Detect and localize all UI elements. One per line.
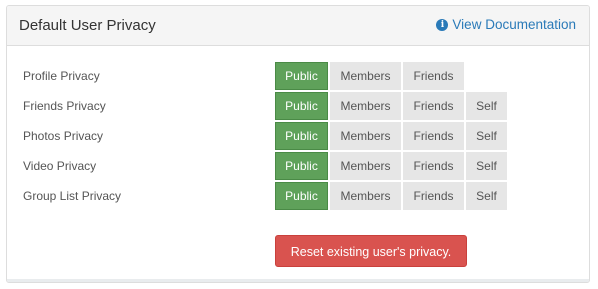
option-self[interactable]: Self [466, 182, 507, 210]
option-friends[interactable]: Friends [403, 152, 464, 180]
panel-bottom-border [7, 279, 589, 282]
privacy-row-photos: Photos Privacy Public Members Friends Se… [7, 122, 589, 152]
privacy-row-profile: Profile Privacy Public Members Friends [7, 62, 589, 92]
info-circle-icon: i [436, 18, 449, 31]
privacy-options: Public Members Friends Self [275, 92, 507, 120]
option-members[interactable]: Members [330, 92, 401, 120]
privacy-row-label: Group List Privacy [23, 189, 122, 203]
option-members[interactable]: Members [330, 62, 401, 90]
option-friends[interactable]: Friends [403, 62, 464, 90]
option-public[interactable]: Public [275, 182, 328, 210]
option-self[interactable]: Self [466, 92, 507, 120]
panel-title: Default User Privacy [19, 17, 156, 34]
option-public[interactable]: Public [275, 62, 328, 90]
privacy-options: Public Members Friends Self [275, 122, 507, 150]
option-public[interactable]: Public [275, 122, 328, 150]
option-friends[interactable]: Friends [403, 92, 464, 120]
panel-header: Default User Privacy i View Documentatio… [7, 6, 589, 46]
option-self[interactable]: Self [466, 152, 507, 180]
option-public[interactable]: Public [275, 92, 328, 120]
privacy-row-label: Profile Privacy [23, 69, 100, 83]
privacy-row-group-list: Group List Privacy Public Members Friend… [7, 182, 589, 212]
privacy-options: Public Members Friends Self [275, 182, 507, 210]
reset-privacy-button[interactable]: Reset existing user's privacy. [275, 235, 467, 267]
option-friends[interactable]: Friends [403, 122, 464, 150]
privacy-options: Public Members Friends Self [275, 152, 507, 180]
option-members[interactable]: Members [330, 152, 401, 180]
privacy-row-label: Photos Privacy [23, 129, 104, 143]
privacy-row-friends: Friends Privacy Public Members Friends S… [7, 92, 589, 122]
option-friends[interactable]: Friends [403, 182, 464, 210]
privacy-row-video: Video Privacy Public Members Friends Sel… [7, 152, 589, 182]
view-documentation-label: View Documentation [452, 17, 576, 32]
option-public[interactable]: Public [275, 152, 328, 180]
option-self[interactable]: Self [466, 122, 507, 150]
default-user-privacy-panel: Default User Privacy i View Documentatio… [6, 5, 590, 283]
option-members[interactable]: Members [330, 182, 401, 210]
privacy-row-label: Video Privacy [23, 159, 97, 173]
privacy-row-label: Friends Privacy [23, 99, 106, 113]
view-documentation-link[interactable]: i View Documentation [436, 17, 576, 32]
privacy-options: Public Members Friends [275, 62, 464, 90]
privacy-rows: Profile Privacy Public Members Friends F… [7, 62, 589, 212]
option-members[interactable]: Members [330, 122, 401, 150]
